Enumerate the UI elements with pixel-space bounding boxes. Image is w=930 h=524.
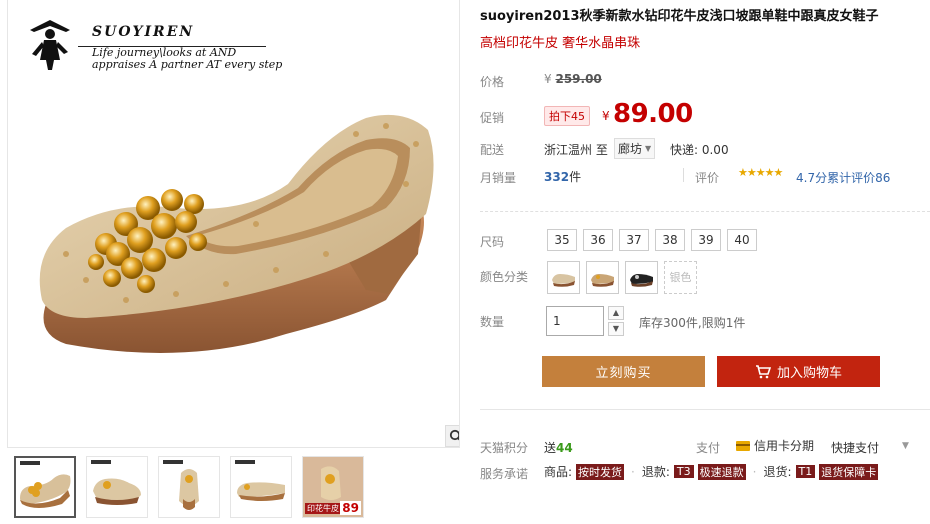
monthly-sales-number: 332 [544, 170, 570, 184]
thumbnail-2-image [93, 478, 141, 505]
add-to-cart-label: 加入购物车 [776, 366, 842, 381]
separator-dot: · [752, 464, 757, 479]
tmall-points-number: 44 [556, 441, 573, 455]
shipping-label: 配送 [480, 143, 505, 157]
product-subtitle: 高档印花牛皮 奢华水晶串珠 [480, 36, 641, 51]
quantity-decrease-button[interactable]: ▼ [608, 322, 624, 336]
monthly-sales-label: 月销量 [480, 171, 517, 185]
brand-logo: SUOYIREN Life journey\looks at AND appra… [22, 16, 282, 76]
original-price: ¥ 259.00 [544, 72, 602, 86]
brand-tagline-line-2: appraises A partner AT every step [92, 58, 283, 71]
promise-goods-label: 商品: [544, 465, 573, 479]
shipping-destination-value: 廊坊 [618, 142, 643, 156]
size-label: 尺码 [480, 235, 505, 249]
search-icon [449, 429, 459, 441]
credit-card-installment[interactable]: 信用卡分期 [736, 437, 814, 454]
color-option-beige[interactable] [547, 261, 580, 294]
quick-pay-option[interactable]: 快捷支付 [831, 439, 879, 456]
thumbnail-5[interactable]: 印花牛皮 89 [302, 456, 364, 518]
promise-goods-tag[interactable]: 按时发货 [576, 463, 625, 480]
add-to-cart-button[interactable]: 加入购物车 [717, 356, 880, 387]
promo-price: 89.00 [613, 99, 693, 129]
cart-icon [755, 364, 771, 378]
color-option-silver: 银色 [664, 261, 697, 294]
price-label: 价格 [480, 75, 505, 89]
promise-refund-tag[interactable]: 极速退款 [697, 463, 746, 480]
size-option[interactable]: 37 [619, 229, 649, 251]
color-label: 颜色分类 [480, 270, 529, 284]
color-option-gold-image [591, 274, 614, 287]
section-divider [480, 409, 930, 410]
product-gallery: SUOYIREN Life journey\looks at AND appra… [7, 0, 460, 448]
section-divider [480, 211, 930, 212]
quantity-label: 数量 [480, 315, 505, 329]
stock-info: 库存300件,限购1件 [639, 316, 746, 330]
thumbnail-1[interactable] [14, 456, 76, 518]
product-detail-panel: suoyiren2013秋季新款水钻印花牛皮浅口坡跟单鞋中跟真皮女鞋子 高档印花… [480, 0, 930, 524]
service-promise-label: 服务承诺 [480, 467, 529, 481]
color-option-gold[interactable] [586, 261, 619, 294]
size-option[interactable]: 35 [547, 229, 577, 251]
thumbnail-3[interactable] [158, 456, 220, 518]
size-options: 35 36 37 38 39 40 [547, 229, 757, 251]
color-options: 银色 [547, 261, 697, 294]
promo-badge: 拍下45 [544, 106, 590, 126]
color-option-black-image [630, 274, 653, 287]
size-option[interactable]: 38 [655, 229, 685, 251]
promise-refund-badge: T3 [673, 465, 694, 478]
star-icon: ★★★★★ [738, 166, 783, 179]
promise-refund-label: 退款: [641, 465, 670, 479]
thumbnail-4-image [237, 482, 285, 501]
review-label: 评价 [695, 171, 720, 185]
monthly-sales-count: 332件 [544, 168, 581, 185]
divider [683, 168, 684, 182]
color-option-black[interactable] [625, 261, 658, 294]
chevron-down-icon[interactable]: ▼ [902, 441, 909, 451]
color-option-beige-image [552, 274, 575, 287]
thumbnail-1-image [20, 474, 71, 508]
shipping-express-fee: 快递: 0.00 [670, 143, 729, 157]
thumbnail-strip: 印花牛皮 89 [14, 456, 364, 520]
service-promises: 商品: 按时发货 · 退款: T3 极速退款 · 退货: T1 退货保障卡 [544, 463, 879, 480]
promo-label: 促销 [480, 111, 505, 125]
credit-card-installment-label: 信用卡分期 [754, 439, 815, 453]
thumbnail-4[interactable] [230, 456, 292, 518]
review-summary-link[interactable]: 4.7分累计评价86 [796, 169, 890, 186]
quantity-input[interactable] [546, 306, 604, 336]
original-price-value: 259.00 [555, 72, 602, 86]
zoom-button[interactable] [445, 425, 459, 447]
thumbnail-3-image [179, 469, 199, 510]
brand-name: SUOYIREN [92, 24, 195, 40]
payment-label: 支付 [696, 441, 721, 455]
tmall-points-value: 送44 [544, 439, 573, 456]
promise-return-label: 退货: [763, 465, 792, 479]
promise-return-tag[interactable]: 退货保障卡 [819, 463, 879, 480]
promo-price-currency: ¥ [602, 109, 610, 123]
thumbnail-2[interactable] [86, 456, 148, 518]
tmall-points-prefix: 送 [544, 441, 557, 455]
monthly-sales-unit: 件 [569, 170, 582, 184]
promise-return-badge: T1 [795, 465, 816, 478]
shipping-origin: 浙江温州 至 [544, 143, 608, 157]
chevron-down-icon: ▼ [645, 144, 652, 153]
buy-now-button[interactable]: 立刻购买 [542, 356, 705, 387]
original-price-currency: ¥ [544, 72, 552, 86]
credit-card-icon [736, 440, 750, 451]
thumbnail-5-price: 89 [340, 501, 361, 515]
main-product-image [39, 114, 434, 353]
size-option[interactable]: 40 [727, 229, 757, 251]
tmall-points-label: 天猫积分 [480, 441, 529, 455]
quantity-increase-button[interactable]: ▲ [608, 306, 624, 320]
product-title: suoyiren2013秋季新款水钻印花牛皮浅口坡跟单鞋中跟真皮女鞋子 [480, 9, 879, 24]
size-option[interactable]: 36 [583, 229, 613, 251]
thumbnail-5-tag: 印花牛皮 [305, 503, 341, 514]
separator-dot: · [631, 464, 635, 479]
shipping-destination-select[interactable]: 廊坊 ▼ [614, 138, 656, 159]
size-option[interactable]: 39 [691, 229, 721, 251]
brand-figure-icon [30, 20, 70, 70]
